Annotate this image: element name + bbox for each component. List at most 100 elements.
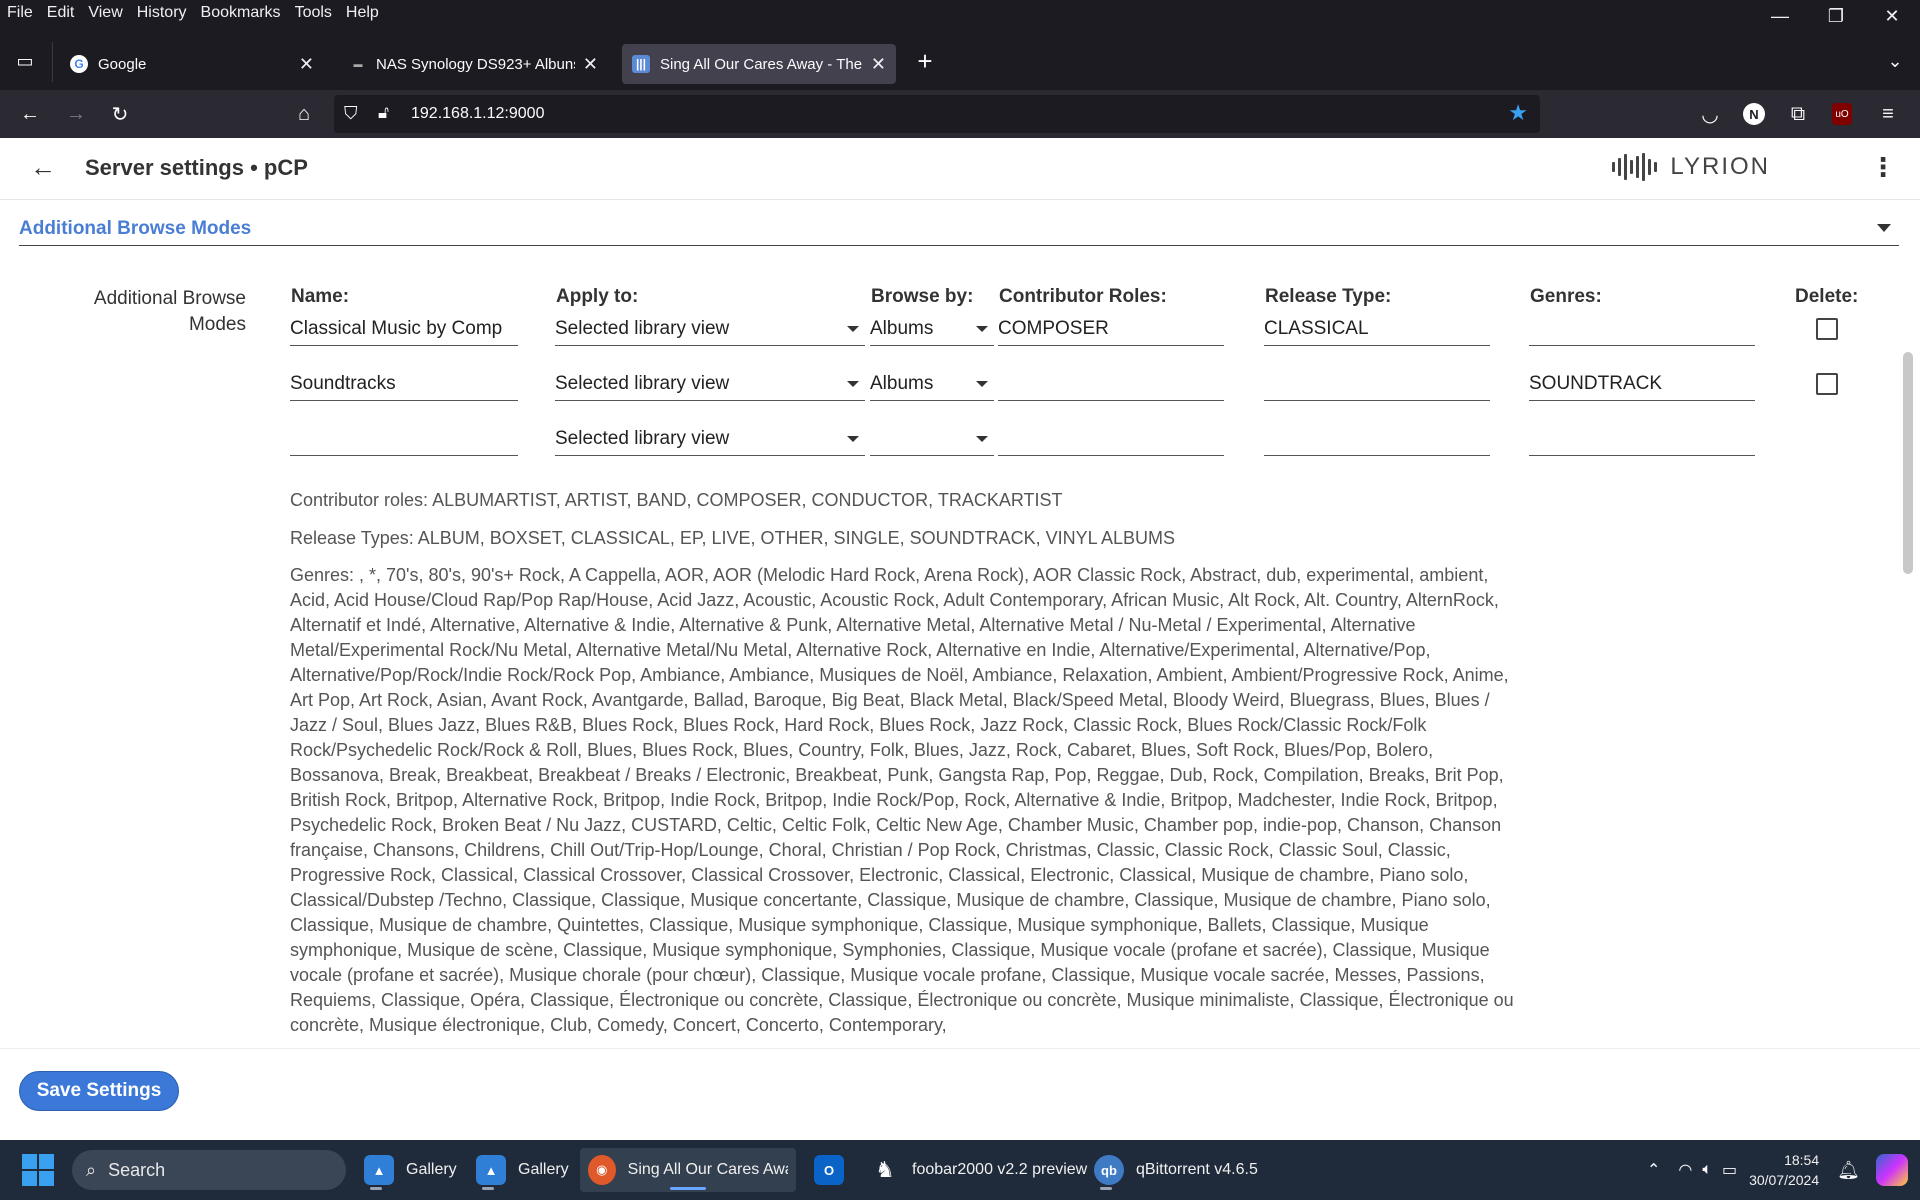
windows-start-icon[interactable] [20, 1152, 56, 1188]
release-type-input[interactable]: CLASSICAL [1264, 312, 1490, 346]
account-icon[interactable]: N [1738, 98, 1770, 130]
close-tab-icon[interactable]: ✕ [871, 54, 886, 75]
ublock-icon[interactable]: uO [1826, 98, 1858, 130]
header-release-type: Release Type: [1265, 286, 1392, 307]
forward-icon[interactable]: → [60, 98, 92, 130]
clock[interactable]: 18:54 30/07/2024 [1749, 1150, 1819, 1190]
app-menu-icon[interactable]: ≡ [1872, 98, 1904, 130]
menu-edit[interactable]: Edit [46, 4, 76, 22]
menu-bookmarks[interactable]: Bookmarks [200, 4, 282, 22]
running-indicator [1100, 1187, 1112, 1190]
contributor-roles-input[interactable]: COMPOSER [998, 312, 1224, 346]
back-icon[interactable]: ← [14, 98, 46, 130]
dropdown-caret-icon [847, 436, 859, 442]
reload-icon[interactable]: ↻ [104, 98, 136, 130]
apply-to-value: Selected library view [555, 427, 730, 449]
insecure-lock-icon[interactable]: 🔓︎ [378, 103, 389, 123]
menu-history[interactable]: History [136, 4, 188, 22]
tab-lyrion[interactable]: ||| Sing All Our Cares Away - The P ✕ [622, 44, 896, 84]
tab-google[interactable]: G Google ✕ [60, 44, 324, 84]
genres-input[interactable] [1529, 422, 1755, 456]
browse-by-select[interactable]: Albums [870, 367, 994, 401]
vertical-scrollbar[interactable] [1903, 344, 1913, 1062]
tab-title: Google [98, 55, 147, 73]
restore-icon[interactable]: ❐ [1808, 0, 1864, 32]
more-options-icon[interactable]: ⋮ [1870, 152, 1896, 183]
tray-overflow-icon[interactable]: ⌃ [1647, 1160, 1660, 1180]
notification-bell-icon[interactable]: 🔔︎ [1837, 1160, 1860, 1181]
genres-input[interactable]: SOUNDTRACK [1529, 367, 1755, 401]
bookmark-star-icon[interactable]: ★ [1508, 100, 1528, 126]
name-input[interactable] [290, 422, 518, 456]
minimize-icon[interactable]: — [1752, 0, 1808, 32]
contributor-roles-info: Contributor roles: ALBUMARTIST, ARTIST, … [290, 490, 1063, 510]
menu-file[interactable]: File [6, 4, 34, 22]
header-apply-to: Apply to: [556, 286, 639, 307]
search-label: Search [108, 1159, 166, 1180]
home-icon[interactable]: ⌂ [288, 98, 320, 130]
taskbar-search[interactable]: ⌕ Search [72, 1150, 346, 1190]
system-tray: ⌃ ◠ 🔈︎ ▭ 18:54 30/07/2024 🔔︎ [1647, 1140, 1860, 1200]
menu-help[interactable]: Help [345, 4, 380, 22]
header-name: Name: [291, 286, 350, 307]
firefox-view-icon[interactable]: ▭ [12, 48, 38, 74]
clock-time: 18:54 [1784, 1152, 1820, 1168]
close-tab-icon[interactable]: ✕ [583, 54, 598, 75]
extensions-icon[interactable]: ⧉ [1782, 98, 1814, 130]
name-input[interactable]: Classical Music by Comp [290, 312, 518, 346]
dropdown-caret-icon [847, 326, 859, 332]
url-text[interactable]: 192.168.1.12:9000 [411, 105, 544, 123]
lyrion-wordmark: LYRION [1670, 153, 1770, 180]
apply-to-select[interactable]: Selected library view [555, 312, 865, 346]
browse-by-select[interactable] [870, 422, 994, 456]
battery-icon[interactable]: ▭ [1722, 1160, 1737, 1180]
wifi-icon[interactable]: ◠ [1678, 1160, 1692, 1180]
url-bar[interactable]: ⛉ 🔓︎ 192.168.1.12:9000 ★ [334, 95, 1540, 133]
taskbar-app-label: qBittorrent v4.6.5 [1136, 1161, 1258, 1178]
shield-icon[interactable]: ⛉ [344, 103, 358, 124]
delete-checkbox[interactable] [1816, 318, 1838, 340]
menu-tools[interactable]: Tools [294, 4, 333, 22]
taskbar-app-outlook[interactable]: O [806, 1148, 852, 1192]
taskbar-app-gallery-2[interactable]: ▲ Gallery [468, 1148, 577, 1192]
contributor-roles-input[interactable] [998, 367, 1224, 401]
scrollbar-thumb[interactable] [1903, 352, 1913, 574]
foobar-icon: ♞ [875, 1157, 895, 1182]
apply-to-select[interactable]: Selected library view [555, 367, 865, 401]
delete-checkbox[interactable] [1816, 373, 1838, 395]
taskbar-app-foobar[interactable]: ♞ foobar2000 v2.2 preview [862, 1148, 1095, 1192]
apply-to-select[interactable]: Selected library view [555, 422, 865, 456]
apply-to-value: Selected library view [555, 317, 730, 339]
section-header[interactable]: Additional Browse Modes [19, 218, 1899, 246]
collapse-chevron-icon[interactable] [1877, 224, 1891, 232]
browse-by-select[interactable]: Albums [870, 312, 994, 346]
contributor-roles-input[interactable] [998, 422, 1224, 456]
genres-input[interactable] [1529, 312, 1755, 346]
taskbar-app-gallery[interactable]: ▲ Gallery [356, 1148, 465, 1192]
dropdown-caret-icon [976, 436, 988, 442]
menu-view[interactable]: View [87, 4, 123, 22]
qbittorrent-icon: qb [1094, 1155, 1124, 1185]
close-tab-icon[interactable]: ✕ [299, 54, 314, 75]
taskbar-app-firefox[interactable]: ◉ Sing All Our Cares Away [580, 1148, 796, 1192]
name-input[interactable]: Soundtracks [290, 367, 518, 401]
release-types-info: Release Types: ALBUM, BOXSET, CLASSICAL,… [290, 528, 1175, 548]
close-window-icon[interactable]: ✕ [1864, 0, 1920, 32]
save-settings-button[interactable]: Save Settings [19, 1071, 179, 1111]
back-arrow-icon[interactable]: ← [30, 152, 56, 183]
google-icon: G [70, 55, 88, 73]
new-tab-icon[interactable]: + [910, 46, 940, 76]
tab-nas[interactable]: ▬ NAS Synology DS923+ Albuns | ✕ [340, 44, 608, 84]
apply-to-value: Selected library view [555, 372, 730, 394]
release-type-input[interactable] [1264, 367, 1490, 401]
volume-icon[interactable]: 🔈︎ [1702, 1161, 1712, 1179]
header-genres: Genres: [1530, 286, 1602, 307]
release-type-input[interactable] [1264, 422, 1490, 456]
page-title: Server settings • pCP [85, 155, 308, 180]
pocket-icon[interactable]: ◡ [1694, 98, 1726, 130]
list-tabs-icon[interactable]: ⌄ [1880, 46, 1910, 76]
settings-scroll-area[interactable]: Additional Browse Modes Name: Apply to: … [0, 256, 1920, 1066]
taskbar-app-qbittorrent[interactable]: qb qBittorrent v4.6.5 [1086, 1148, 1266, 1192]
gallery-icon: ▲ [364, 1155, 394, 1185]
copilot-icon[interactable] [1876, 1154, 1908, 1186]
